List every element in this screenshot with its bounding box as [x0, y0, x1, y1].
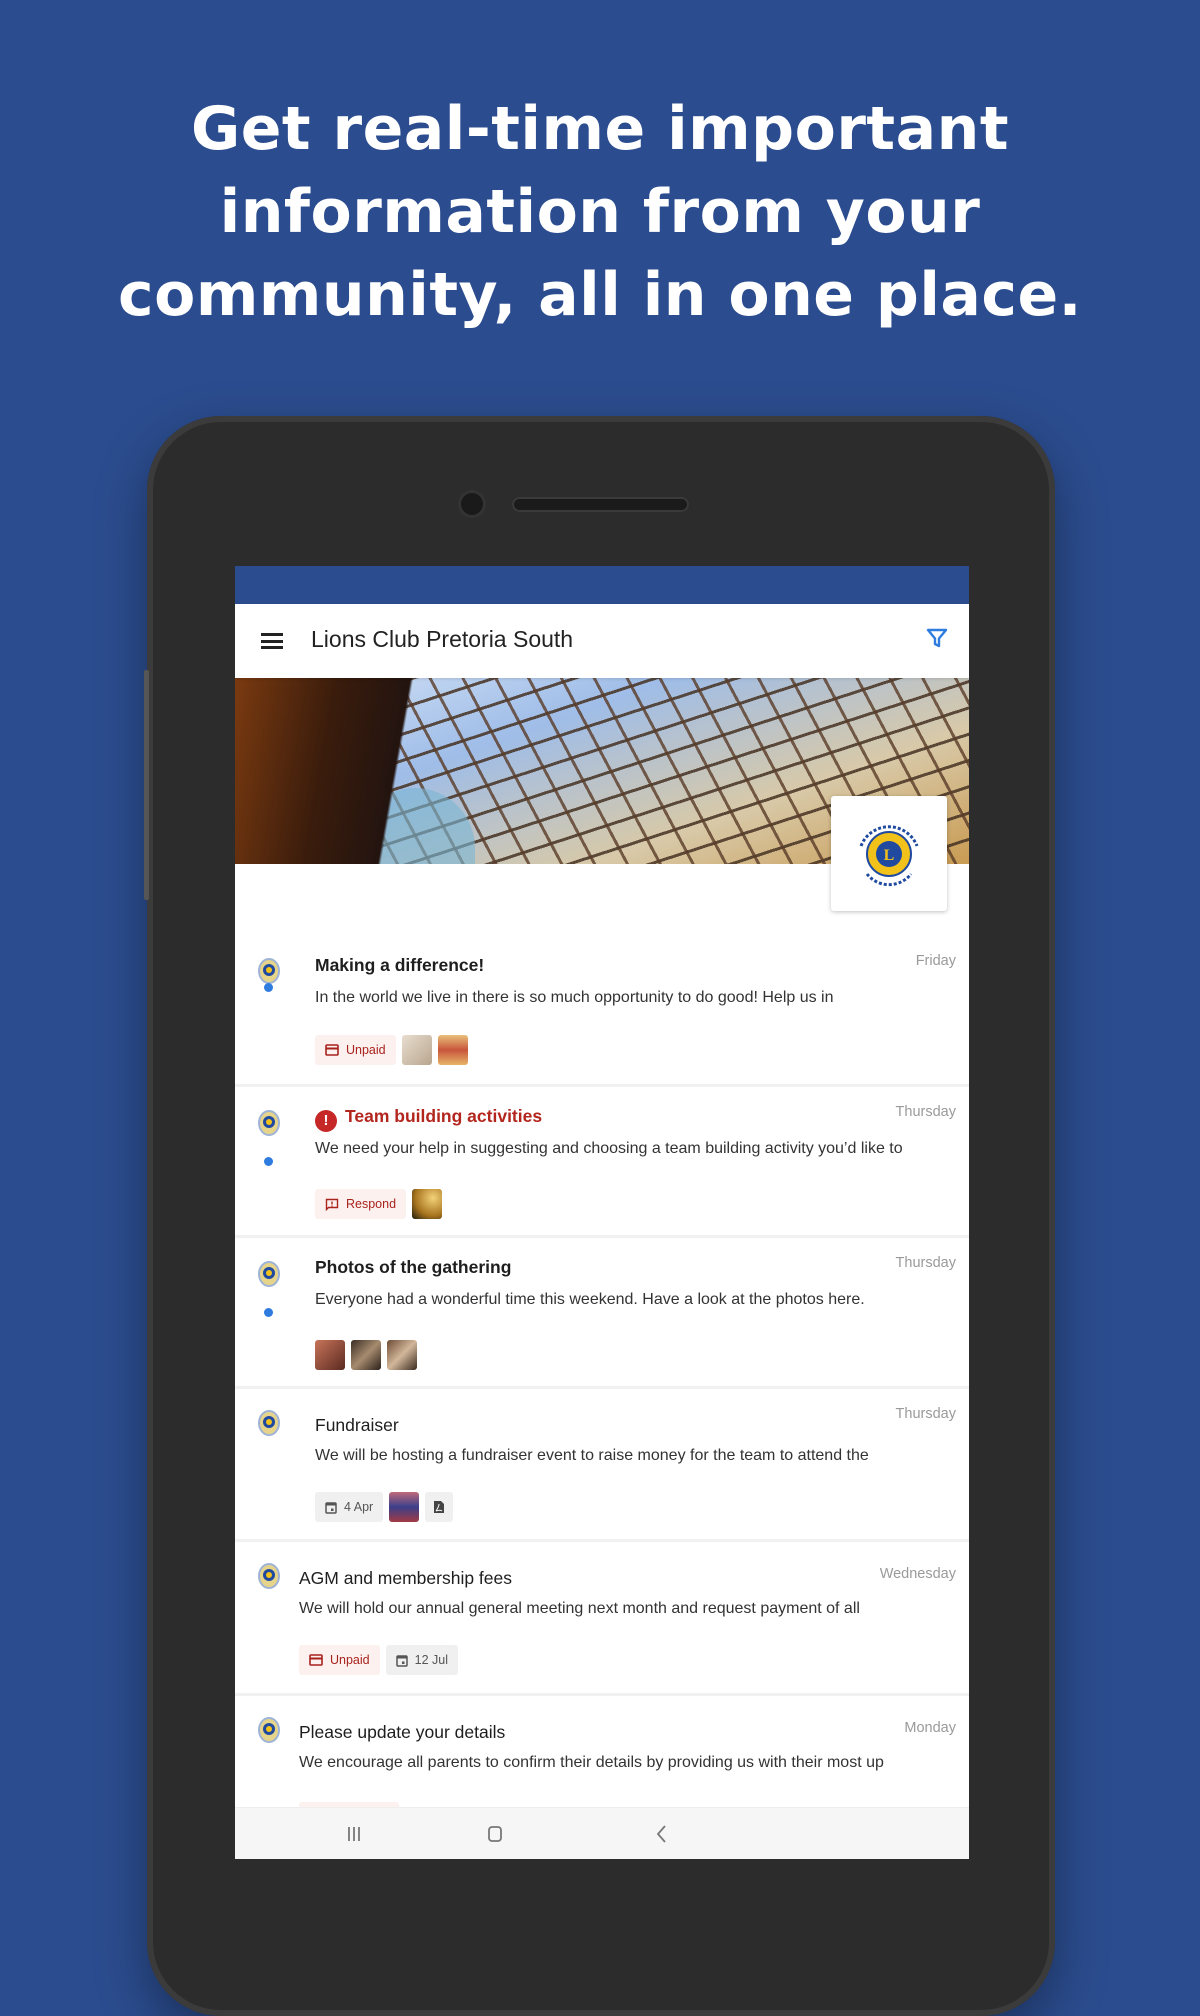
club-logo: L — [831, 796, 947, 911]
list-item[interactable]: Fundraiser Thursday We will be hosting a f… — [235, 1389, 969, 1542]
item-body: We need your help in suggesting and choo… — [315, 1140, 903, 1157]
credit-card-icon — [325, 1044, 339, 1056]
credit-card-icon — [309, 1654, 323, 1666]
item-date: Thursday — [895, 1406, 956, 1422]
attachment-thumbnail[interactable] — [389, 1492, 420, 1522]
list-item[interactable]: AGM and membership fees Wednesday We will … — [235, 1542, 969, 1696]
unread-indicator — [264, 1157, 273, 1166]
unread-indicator — [264, 1308, 273, 1317]
filter-icon[interactable] — [925, 626, 949, 650]
club-avatar-icon — [258, 1410, 280, 1436]
headline: Get real-time important information from… — [0, 88, 1200, 337]
side-button — [144, 670, 149, 900]
item-title: Please update your details — [299, 1722, 506, 1742]
headline-line: community, all in one place. — [118, 260, 1082, 330]
home-icon[interactable] — [483, 1822, 507, 1846]
hamburger-menu-icon[interactable] — [261, 633, 283, 649]
item-date: Monday — [904, 1720, 956, 1736]
back-icon[interactable] — [650, 1822, 674, 1846]
list-item[interactable]: Making a difference! Friday In the world w… — [235, 935, 969, 1087]
item-chips: Unpaid 12 Jul — [299, 1645, 458, 1675]
attachment-thumbnail[interactable] — [412, 1189, 443, 1219]
recent-apps-icon[interactable] — [342, 1822, 366, 1846]
item-chips: Unpaid — [315, 1035, 468, 1065]
item-title: Fundraiser — [315, 1415, 399, 1435]
list-item[interactable]: Photos of the gathering Thursday Everyone … — [235, 1238, 969, 1389]
attachment-thumbnail[interactable] — [437, 1035, 468, 1065]
item-title: ! Team building activities — [315, 1106, 542, 1132]
status-bar — [235, 566, 969, 604]
lions-logo-icon: L — [859, 824, 919, 886]
attachment-thumbnail[interactable] — [351, 1340, 381, 1370]
club-avatar-icon — [258, 1563, 280, 1589]
item-chips: Respond — [315, 1189, 443, 1219]
club-avatar-icon — [258, 1261, 280, 1287]
headline-line: Get real-time important — [190, 94, 1009, 164]
app-screen: Lions Club Pretoria South L Making a dif… — [235, 566, 969, 1859]
payment-chip[interactable]: Unpaid — [299, 1645, 380, 1675]
item-body: In the world we live in there is so much… — [315, 989, 834, 1006]
svg-text:L: L — [884, 847, 895, 864]
item-title: Making a difference! — [315, 955, 485, 975]
item-chips — [315, 1340, 417, 1370]
item-body: We encourage all parents to confirm thei… — [299, 1754, 884, 1771]
item-body: We will be hosting a fundraiser event to… — [315, 1447, 869, 1464]
system-nav-bar — [235, 1807, 969, 1859]
pdf-icon — [434, 1501, 445, 1513]
club-avatar-icon — [258, 958, 280, 984]
date-chip[interactable]: 12 Jul — [385, 1645, 458, 1675]
list-item[interactable]: ! Team building activities Thursday We need… — [235, 1087, 969, 1238]
payment-chip[interactable]: Unpaid — [315, 1035, 396, 1065]
item-title: AGM and membership fees — [299, 1568, 513, 1588]
app-bar: Lions Club Pretoria South — [235, 604, 969, 678]
attachment-thumbnail[interactable] — [315, 1340, 345, 1370]
item-date: Friday — [915, 953, 956, 969]
respond-chip[interactable]: Respond — [315, 1189, 407, 1219]
club-avatar-icon — [258, 1110, 280, 1136]
item-body: Everyone had a wonderful time this weeke… — [315, 1291, 865, 1308]
feedback-icon — [325, 1198, 339, 1211]
app-title: Lions Club Pretoria South — [311, 626, 574, 652]
attachment-thumbnail[interactable] — [387, 1340, 417, 1370]
item-date: Thursday — [895, 1255, 956, 1271]
speaker-grille — [512, 497, 689, 512]
item-date: Thursday — [895, 1104, 956, 1120]
calendar-icon — [325, 1501, 337, 1514]
item-date: Wednesday — [879, 1566, 956, 1582]
unread-indicator — [264, 983, 273, 992]
club-avatar-icon — [258, 1717, 280, 1743]
item-chips: 4 Apr — [315, 1492, 454, 1522]
date-chip[interactable]: 4 Apr — [315, 1492, 384, 1522]
alert-icon: ! — [315, 1110, 337, 1132]
attachment-thumbnail[interactable] — [401, 1035, 432, 1065]
headline-line: information from your — [219, 177, 981, 247]
pdf-attachment[interactable] — [425, 1492, 454, 1522]
calendar-icon — [395, 1654, 408, 1667]
item-title: Photos of the gathering — [315, 1257, 512, 1277]
camera-icon — [461, 493, 483, 515]
item-body: We will hold our annual general meeting … — [299, 1600, 860, 1617]
